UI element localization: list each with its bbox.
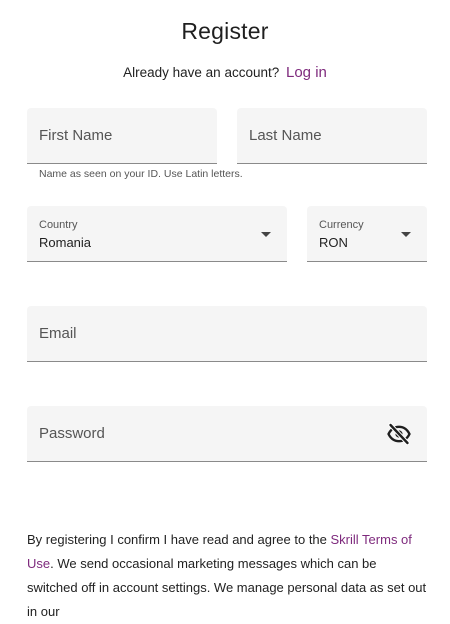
country-value: Romania bbox=[39, 235, 92, 250]
currency-select[interactable]: Currency RON bbox=[307, 206, 427, 262]
password-field[interactable]: Password bbox=[27, 406, 427, 462]
eye-off-icon[interactable] bbox=[387, 422, 411, 446]
terms-text-before: By registering I confirm I have read and… bbox=[27, 532, 331, 547]
page-title: Register bbox=[181, 18, 269, 44]
email-placeholder: Email bbox=[39, 325, 77, 342]
first-name-placeholder: First Name bbox=[39, 127, 113, 144]
last-name-placeholder: Last Name bbox=[249, 127, 322, 144]
login-link[interactable]: Log in bbox=[286, 64, 327, 81]
currency-value: RON bbox=[319, 235, 348, 250]
first-name-field[interactable]: First Name bbox=[27, 108, 217, 164]
chevron-down-icon[interactable] bbox=[261, 232, 271, 237]
last-name-field[interactable]: Last Name bbox=[237, 108, 427, 164]
country-select[interactable]: Country Romania bbox=[27, 206, 287, 262]
name-helper-text: Name as seen on your ID. Use Latin lette… bbox=[39, 168, 243, 180]
password-placeholder: Password bbox=[39, 425, 105, 442]
login-prompt-text: Already have an account? bbox=[123, 65, 280, 80]
email-field[interactable]: Email bbox=[27, 306, 427, 362]
country-label: Country bbox=[39, 219, 78, 231]
currency-label: Currency bbox=[319, 219, 364, 231]
login-prompt-row: Already have an account? Log in bbox=[0, 64, 450, 81]
chevron-down-icon[interactable] bbox=[401, 232, 411, 237]
terms-text-after: . We send occasional marketing messages … bbox=[27, 556, 427, 619]
terms-paragraph: By registering I confirm I have read and… bbox=[27, 528, 427, 624]
